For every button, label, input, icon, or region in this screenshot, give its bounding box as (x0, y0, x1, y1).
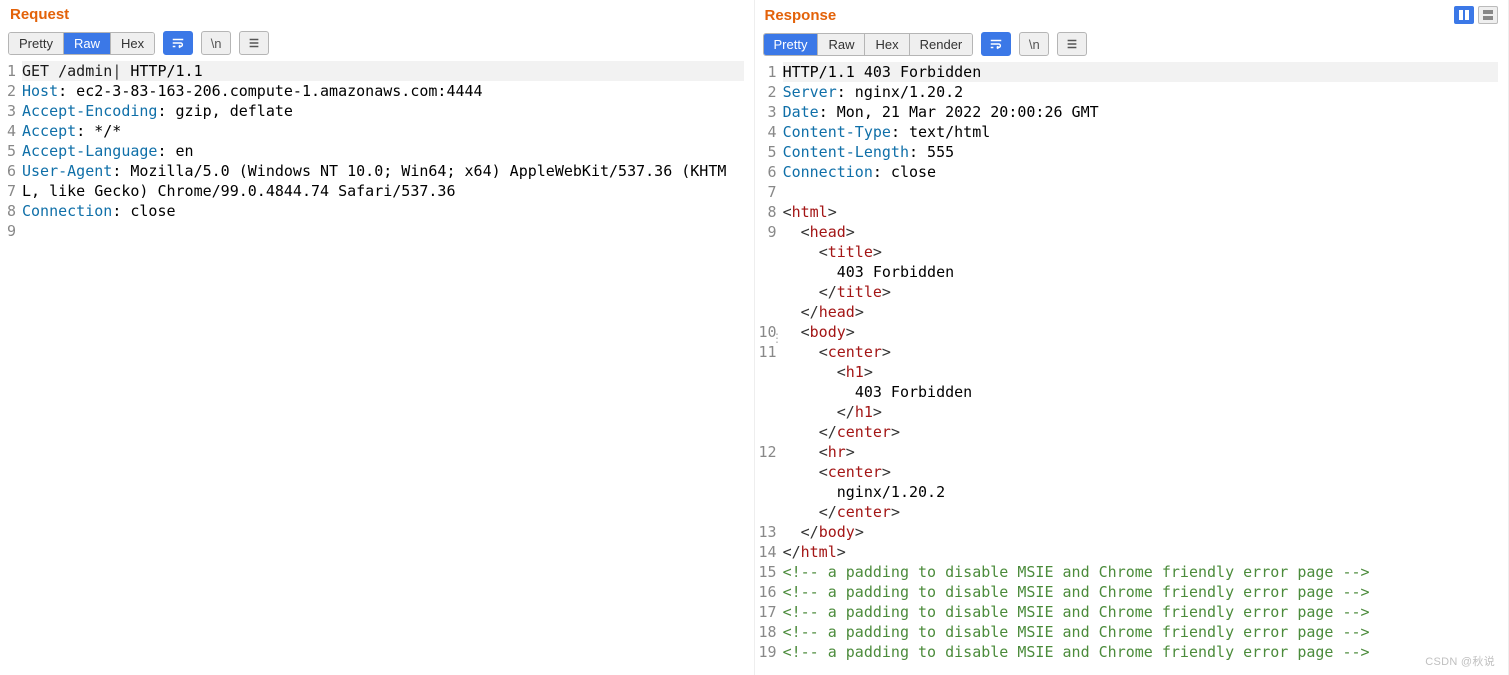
code-line[interactable]: Connection: close (783, 162, 1498, 182)
code-line[interactable]: <center> (783, 342, 1498, 362)
word-wrap-button[interactable] (163, 31, 193, 55)
line-number: 2 (4, 81, 16, 101)
response-header: Response (755, 0, 1509, 28)
split-divider[interactable]: ⋮ (772, 0, 782, 675)
request-editor[interactable]: 123456789 GET /admin| HTTP/1.1Host: ec2-… (0, 59, 754, 675)
code-line[interactable]: Accept-Encoding: gzip, deflate (22, 101, 744, 121)
request-code[interactable]: GET /admin| HTTP/1.1Host: ec2-3-83-163-2… (22, 61, 754, 675)
response-editor[interactable]: 123456789 1011 12 13141516171819 HTTP/1.… (755, 60, 1509, 675)
watermark: CSDN @秋说 (1425, 653, 1495, 669)
response-panel: Response Pretty Raw Hex Render \n (755, 0, 1509, 675)
code-line[interactable]: Date: Mon, 21 Mar 2022 20:00:26 GMT (783, 102, 1498, 122)
code-line[interactable]: <hr> (783, 442, 1498, 462)
line-number: 3 (4, 101, 16, 121)
tab-hex[interactable]: Hex (111, 33, 154, 54)
show-newlines-button[interactable]: \n (1019, 32, 1049, 56)
code-line[interactable]: Server: nginx/1.20.2 (783, 82, 1498, 102)
code-line[interactable]: </center> (783, 422, 1498, 442)
code-line[interactable]: GET /admin| HTTP/1.1 (22, 61, 744, 81)
code-line[interactable]: Content-Length: 555 (783, 142, 1498, 162)
code-line[interactable]: Host: ec2-3-83-163-206.compute-1.amazona… (22, 81, 744, 101)
hamburger-button[interactable] (239, 31, 269, 55)
code-line[interactable]: User-Agent: Mozilla/5.0 (Windows NT 10.0… (22, 161, 744, 201)
code-line[interactable]: <html> (783, 202, 1498, 222)
code-line[interactable]: Accept-Language: en (22, 141, 744, 161)
code-line[interactable]: 403 Forbidden (783, 262, 1498, 282)
line-number: 8 (4, 201, 16, 221)
code-line[interactable]: Accept: */* (22, 121, 744, 141)
code-line[interactable]: <!-- a padding to disable MSIE and Chrom… (783, 602, 1498, 622)
request-tab-group: Pretty Raw Hex (8, 32, 155, 55)
line-number: 4 (4, 121, 16, 141)
show-newlines-button[interactable]: \n (201, 31, 231, 55)
line-number: 7 (4, 181, 16, 201)
tab-pretty[interactable]: Pretty (9, 33, 64, 54)
word-wrap-button[interactable] (981, 32, 1011, 56)
layout-columns-icon[interactable] (1454, 6, 1474, 24)
code-line[interactable]: </h1> (783, 402, 1498, 422)
response-toolbar: Pretty Raw Hex Render \n (755, 28, 1509, 60)
code-line[interactable]: <!-- a padding to disable MSIE and Chrom… (783, 582, 1498, 602)
request-toolbar: Pretty Raw Hex \n (0, 27, 754, 59)
tab-render[interactable]: Render (910, 34, 973, 55)
request-header: Request (0, 0, 754, 27)
line-number: 6 (4, 161, 16, 181)
code-line[interactable]: <h1> (783, 362, 1498, 382)
response-tab-group: Pretty Raw Hex Render (763, 33, 974, 56)
code-line[interactable]: </html> (783, 542, 1498, 562)
code-line[interactable]: </head> (783, 302, 1498, 322)
code-line[interactable]: Content-Type: text/html (783, 122, 1498, 142)
line-number: 5 (4, 141, 16, 161)
code-line[interactable]: <!-- a padding to disable MSIE and Chrom… (783, 622, 1498, 642)
code-line[interactable]: Connection: close (22, 201, 744, 221)
request-title: Request (10, 6, 69, 23)
code-line[interactable]: </title> (783, 282, 1498, 302)
code-line[interactable]: </center> (783, 502, 1498, 522)
code-line[interactable]: <!-- a padding to disable MSIE and Chrom… (783, 642, 1498, 662)
request-panel: Request Pretty Raw Hex \n 123456789 GET … (0, 0, 755, 675)
hamburger-button[interactable] (1057, 32, 1087, 56)
line-number: 1 (4, 61, 16, 81)
code-line[interactable]: </body> (783, 522, 1498, 542)
tab-raw[interactable]: Raw (818, 34, 865, 55)
layout-rows-icon[interactable] (1478, 6, 1498, 24)
request-gutter: 123456789 (0, 61, 22, 675)
response-code[interactable]: HTTP/1.1 403 ForbiddenServer: nginx/1.20… (783, 62, 1508, 675)
code-line[interactable]: <head> (783, 222, 1498, 242)
tab-hex[interactable]: Hex (865, 34, 909, 55)
code-line[interactable]: nginx/1.20.2 (783, 482, 1498, 502)
code-line[interactable]: 403 Forbidden (783, 382, 1498, 402)
code-line[interactable]: <body> (783, 322, 1498, 342)
code-line[interactable]: <center> (783, 462, 1498, 482)
layout-actions (1454, 6, 1498, 24)
tab-raw[interactable]: Raw (64, 33, 111, 54)
code-line[interactable]: <title> (783, 242, 1498, 262)
line-number: 9 (4, 221, 16, 241)
code-line[interactable]: <!-- a padding to disable MSIE and Chrom… (783, 562, 1498, 582)
code-line[interactable] (22, 241, 744, 261)
code-line[interactable] (22, 221, 744, 241)
code-line[interactable]: HTTP/1.1 403 Forbidden (783, 62, 1498, 82)
code-line[interactable] (783, 182, 1498, 202)
